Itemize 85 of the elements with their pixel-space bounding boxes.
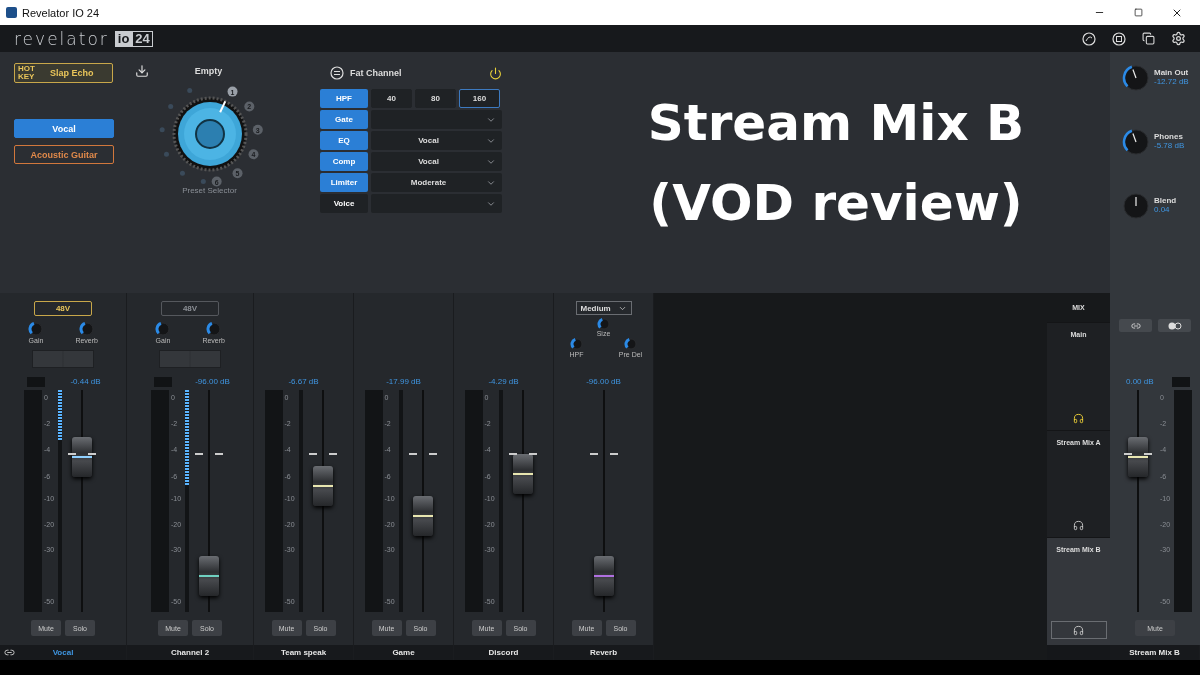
- module-select[interactable]: Vocal: [371, 131, 502, 150]
- link-icon: [1130, 320, 1141, 331]
- unity-mark: [589, 453, 618, 455]
- unity-mark: [195, 453, 223, 455]
- module-button[interactable]: HPF: [320, 89, 368, 108]
- copy-icon[interactable]: [1142, 32, 1155, 45]
- level-reading: -96.00 dB: [194, 377, 231, 386]
- channel-name[interactable]: Game: [358, 648, 449, 657]
- overlay-title: Stream Mix B: [647, 92, 1025, 154]
- hpf-option[interactable]: 40: [371, 89, 412, 108]
- toggle-button[interactable]: [1158, 319, 1191, 332]
- phantom-power-button[interactable]: 48V: [34, 301, 92, 316]
- link-icon[interactable]: [4, 647, 15, 658]
- curve-icon[interactable]: [1082, 31, 1096, 46]
- fader-handle[interactable]: [593, 555, 614, 596]
- output-reading: -12.72 dB: [1154, 77, 1189, 86]
- channel-name[interactable]: Vocal: [15, 648, 122, 657]
- channel-name[interactable]: Channel 2: [131, 648, 249, 657]
- output-reading: 0.04: [1154, 205, 1171, 214]
- module-select[interactable]: Moderate: [371, 173, 502, 192]
- output-label: Main Out: [1154, 68, 1189, 77]
- module-button[interactable]: Comp: [320, 152, 368, 171]
- overlay-title: (VOD review): [649, 172, 1023, 234]
- phantom-power-button[interactable]: 48V: [161, 301, 219, 316]
- knob[interactable]: [28, 321, 44, 337]
- fat-channel-title: Fat Channel: [350, 68, 403, 78]
- link-button[interactable]: [1119, 319, 1152, 332]
- output-label: Blend: [1154, 196, 1177, 205]
- channel-name[interactable]: Stream Mix B: [1114, 648, 1195, 657]
- unity-mark: [408, 453, 437, 455]
- hpf-option[interactable]: 160: [459, 89, 500, 108]
- model-badge: io: [114, 30, 133, 47]
- output-label: Phones: [1154, 132, 1184, 141]
- knob[interactable]: [78, 321, 95, 337]
- knob[interactable]: [569, 337, 584, 351]
- level-reading: -96.00 dB: [585, 377, 622, 386]
- hot-key-button[interactable]: HOT KEY Slap Echo: [14, 63, 113, 83]
- window-title: Revelator IO 24: [22, 6, 101, 19]
- module-select[interactable]: Vocal: [371, 152, 502, 171]
- headphones-icon[interactable]: [1050, 621, 1107, 639]
- fader-handle[interactable]: [199, 555, 219, 596]
- fader-handle[interactable]: [512, 453, 533, 494]
- channel-name[interactable]: Reverb: [558, 648, 649, 657]
- knob[interactable]: [1122, 128, 1150, 156]
- fader-handle[interactable]: [312, 466, 333, 507]
- power-icon[interactable]: [489, 66, 502, 80]
- knob[interactable]: [1122, 192, 1150, 220]
- channel-name[interactable]: Team speak: [258, 648, 349, 657]
- toggle-icon: [1167, 321, 1182, 330]
- knob[interactable]: [1122, 64, 1150, 92]
- unity-mark: [508, 453, 537, 455]
- hpf-option[interactable]: 80: [415, 89, 456, 108]
- level-reading: -6.67 dB: [287, 377, 320, 386]
- logo-text: revelator: [14, 28, 109, 49]
- fader-handle[interactable]: [72, 437, 92, 478]
- fader-handle[interactable]: [412, 495, 433, 536]
- model-badge: 24: [132, 30, 153, 47]
- knob[interactable]: [596, 317, 611, 330]
- app-icon: [6, 7, 17, 18]
- module-button[interactable]: Limiter: [320, 173, 368, 192]
- sliders-icon[interactable]: [330, 66, 344, 80]
- unity-mark: [1124, 453, 1152, 455]
- unity-mark: [68, 453, 96, 455]
- module-button[interactable]: EQ: [320, 131, 368, 150]
- fader-handle[interactable]: [1128, 437, 1148, 478]
- level-reading: -17.99 dB: [385, 377, 422, 386]
- voice-preset-button[interactable]: Acoustic Guitar: [14, 145, 114, 164]
- channel-name[interactable]: Discord: [458, 648, 549, 657]
- level-reading: -0.44 dB: [69, 377, 102, 386]
- download-icon[interactable]: [134, 64, 149, 78]
- module-button[interactable]: Voice: [320, 194, 368, 213]
- peak-indicator: [1172, 376, 1190, 387]
- knob[interactable]: [155, 321, 171, 337]
- level-reading: 0.00 dB: [1125, 377, 1155, 386]
- knob[interactable]: [623, 337, 638, 351]
- module-button[interactable]: Gate: [320, 110, 368, 129]
- settings-icon[interactable]: [1171, 31, 1186, 46]
- reverb-type-select[interactable]: Medium: [575, 301, 632, 315]
- preset-name: Empty: [193, 66, 224, 76]
- voice-preset-button[interactable]: Vocal: [14, 119, 114, 138]
- knob[interactable]: [205, 321, 222, 337]
- output-reading: -5.78 dB: [1154, 141, 1185, 150]
- preset-caption: Preset Selector: [182, 186, 237, 195]
- unity-mark: [308, 453, 337, 455]
- level-reading: -4.29 dB: [487, 377, 520, 386]
